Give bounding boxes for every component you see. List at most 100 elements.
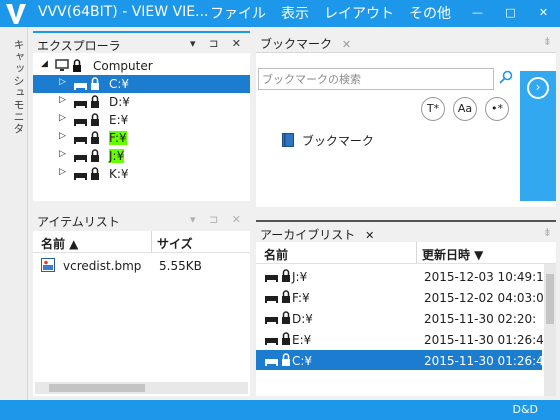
archive-date: 2015-11-30 02:20: (424, 312, 537, 326)
tree-root-label: Computer (93, 59, 153, 73)
bookmark-tab-label: ブックマーク (260, 37, 333, 51)
bookmark-panel: ブックマーク ✕ ⇟ T* Aa •* ブックマーク › (256, 31, 556, 207)
explorer-panel-controls[interactable]: ▾ ⊐ ✕ (190, 37, 246, 50)
window-controls: — □ ✕ (461, 0, 560, 27)
item-list-title: アイテムリスト (37, 215, 120, 229)
locked-drive-icon (265, 353, 290, 366)
minimize-button[interactable]: — (461, 0, 494, 27)
horizontal-scrollbar[interactable] (35, 382, 248, 394)
close-button[interactable]: ✕ (527, 0, 560, 27)
archive-list-panel: アーカイブリスト ✕ ⇟ 名前 更新日時 ▼ J:¥ 2015-12-03 10:… (256, 220, 556, 396)
overflow-icon[interactable]: ⇟ (543, 35, 552, 48)
menu-view[interactable]: 表示 (281, 3, 309, 23)
expand-arrow-icon[interactable]: ▷ (59, 95, 66, 105)
scrollbar-thumb[interactable] (49, 384, 145, 392)
tree-item-drive[interactable]: ▷ F:¥ (33, 129, 250, 147)
locked-drive-icon (74, 167, 99, 180)
archive-date: 2015-11-30 01:26:4 (424, 354, 544, 368)
archive-header: アーカイブリスト ✕ ⇟ (256, 220, 556, 242)
table-row[interactable]: E:¥ 2015-11-30 01:26:4 (256, 329, 544, 349)
column-divider[interactable] (151, 231, 152, 253)
bookmark-item-label: ブックマーク (301, 134, 374, 148)
tree-item-drive[interactable]: ▷ C:¥ (33, 75, 250, 93)
menu-layout[interactable]: レイアウト (324, 3, 394, 23)
locked-drive-icon (74, 131, 99, 144)
explorer-title: エクスプローラ (37, 39, 121, 53)
column-size[interactable]: サイズ (157, 235, 193, 252)
archive-column-header: 名前 更新日時 ▼ (256, 242, 556, 264)
locked-drive-icon (74, 77, 99, 90)
archive-date: 2015-11-30 01:26:4 (424, 333, 544, 347)
case-toggle-button[interactable]: Aa (453, 97, 477, 121)
locked-drive-icon (265, 311, 290, 324)
drive-label: D:¥ (109, 95, 130, 109)
column-modified[interactable]: 更新日時 ▼ (422, 246, 483, 263)
tree-item-drive[interactable]: ▷ E:¥ (33, 111, 250, 129)
expand-arrow-icon[interactable]: ▷ (59, 113, 66, 123)
menu-other[interactable]: その他 (409, 3, 451, 23)
archive-name: J:¥ (292, 270, 308, 284)
cache-monitor-tab[interactable]: キャッシュモニタ (0, 27, 28, 400)
search-icon[interactable] (499, 70, 513, 84)
item-list-panel: アイテムリスト ▾ ⊐ ✕ 名前 ▲ サイズ vcredist.bmp 5.55… (33, 209, 250, 396)
archive-name: F:¥ (292, 291, 310, 305)
item-list-panel-controls[interactable]: ▾ ⊐ ✕ (190, 213, 246, 226)
table-row[interactable]: J:¥ 2015-12-03 10:49:1 (256, 266, 544, 286)
expand-arrow-icon[interactable]: ▷ (59, 167, 66, 177)
wildcard-button[interactable]: •* (485, 97, 509, 121)
title-filter-button[interactable]: T* (421, 97, 445, 121)
close-icon[interactable]: ✕ (342, 38, 351, 51)
close-icon[interactable]: ✕ (365, 229, 374, 242)
list-item[interactable]: vcredist.bmp 5.55KB (33, 255, 250, 275)
table-row[interactable]: C:¥ 2015-11-30 01:26:4 (256, 350, 544, 370)
locked-drive-icon (265, 290, 290, 303)
locked-drive-icon (74, 113, 99, 126)
expand-arrow-icon[interactable]: ▷ (59, 131, 66, 141)
bitmap-file-icon (41, 258, 55, 272)
column-name[interactable]: 名前 ▲ (41, 235, 78, 252)
tree-item-drive[interactable]: ▷ K:¥ (33, 165, 250, 183)
menu-file[interactable]: ファイル (210, 3, 266, 23)
column-divider[interactable] (416, 242, 417, 264)
archive-name: E:¥ (292, 333, 312, 347)
expand-arrow-icon[interactable]: ▷ (59, 149, 66, 159)
title-bar: VVV(64BIT) - VIEW VIE... ファイル 表示 レイアウト そ… (0, 0, 560, 27)
bookmark-search-input[interactable] (259, 69, 489, 89)
bookmark-search-box[interactable] (258, 68, 494, 90)
archive-date: 2015-12-02 04:03:0 (424, 291, 544, 305)
window-title: VVV(64BIT) - VIEW VIE... (38, 4, 209, 20)
overflow-icon[interactable]: ⇟ (543, 226, 552, 239)
collapse-arrow-icon[interactable]: ◢ (41, 59, 48, 69)
vertical-scrollbar[interactable] (544, 264, 556, 396)
bookmark-header: ブックマーク ✕ ⇟ (256, 31, 556, 53)
app-logo-icon (6, 4, 26, 24)
status-text: D&D (512, 403, 538, 416)
scrollbar-thumb[interactable] (546, 274, 554, 324)
bookmark-tab[interactable]: ブックマーク ✕ (260, 35, 351, 52)
item-list-column-header: 名前 ▲ サイズ (33, 231, 250, 253)
item-list-header: アイテムリスト ▾ ⊐ ✕ (33, 209, 250, 231)
locked-drive-icon (265, 332, 290, 345)
explorer-panel: エクスプローラ ▾ ⊐ ✕ ◢ Computer ▷ C:¥ ▷ D:¥ ▷ E:¥ ▷ F:… (33, 31, 250, 201)
maximize-button[interactable]: □ (494, 0, 527, 27)
tree-root-computer[interactable]: ◢ Computer (33, 57, 250, 75)
drive-label: F:¥ (109, 131, 127, 145)
column-name[interactable]: 名前 (264, 246, 288, 263)
expand-side-button[interactable]: › (520, 71, 556, 201)
item-name: vcredist.bmp (63, 259, 142, 273)
tree-item-drive[interactable]: ▷ D:¥ (33, 93, 250, 111)
bookmark-item[interactable]: ブックマーク (282, 132, 374, 149)
drive-label: K:¥ (109, 167, 129, 181)
table-row[interactable]: F:¥ 2015-12-02 04:03:0 (256, 287, 544, 307)
expand-arrow-icon[interactable]: ▷ (59, 77, 66, 87)
locked-drive-icon (265, 269, 290, 282)
tree-item-drive[interactable]: ▷ J:¥ (33, 147, 250, 165)
explorer-header: エクスプローラ ▾ ⊐ ✕ (33, 31, 250, 53)
menu-bar: ファイル 表示 レイアウト その他 (210, 3, 466, 23)
table-row[interactable]: D:¥ 2015-11-30 02:20: (256, 308, 542, 328)
item-size: 5.55KB (159, 259, 202, 273)
book-icon (282, 133, 294, 147)
archive-tab[interactable]: アーカイブリスト ✕ (260, 226, 374, 243)
drive-label: E:¥ (109, 113, 129, 127)
drive-tree: ◢ Computer ▷ C:¥ ▷ D:¥ ▷ E:¥ ▷ F:¥ ▷ J:¥ ▷ K:¥ (33, 57, 250, 183)
